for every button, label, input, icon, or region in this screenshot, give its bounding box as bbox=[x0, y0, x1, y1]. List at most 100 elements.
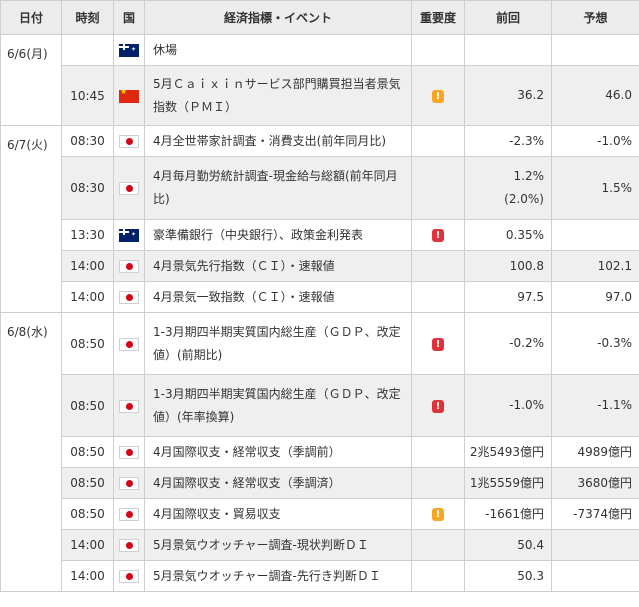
country-cell bbox=[113, 156, 145, 220]
importance-medium-icon: ! bbox=[432, 89, 444, 103]
country-cell bbox=[113, 529, 145, 561]
table-row: 14:00 5月景気ウオッチャー調査-先行き判断ＤＩ 50.3 bbox=[1, 560, 639, 592]
time-cell: 14:00 bbox=[61, 281, 114, 313]
event-cell: 5月Ｃａｉｘｉｎサービス部門購買担当者景気指数（ＰＭＩ） bbox=[144, 65, 412, 126]
forecast-cell bbox=[551, 34, 639, 66]
japan-flag-icon bbox=[119, 260, 139, 273]
forecast-cell: 102.1 bbox=[551, 250, 639, 282]
importance-cell: ! bbox=[411, 65, 465, 126]
event-cell: 4月景気先行指数（ＣＩ）・速報値 bbox=[144, 250, 412, 282]
date-cell: 6/7(火) bbox=[0, 125, 62, 313]
japan-flag-icon bbox=[119, 539, 139, 552]
event-cell: 4月国際収支・経常収支（季調済） bbox=[144, 467, 412, 499]
previous-value: -2.3% bbox=[509, 133, 544, 148]
table-header-row: 日付 時刻 国 経済指標・イベント 重要度 前回 予想 bbox=[0, 0, 639, 35]
previous-cell bbox=[464, 34, 552, 66]
previous-cell: -1.0% bbox=[464, 374, 552, 437]
country-cell bbox=[113, 125, 145, 157]
importance-cell bbox=[411, 560, 465, 592]
time-cell: 08:30 bbox=[61, 125, 114, 157]
previous-cell: 36.2 bbox=[464, 65, 552, 126]
previous-cell: 50.3 bbox=[464, 560, 552, 592]
previous-value: 1兆5559億円 bbox=[469, 475, 544, 490]
japan-flag-icon bbox=[119, 477, 139, 490]
forecast-cell bbox=[551, 529, 639, 561]
importance-cell: ! bbox=[411, 219, 465, 251]
country-cell bbox=[113, 374, 145, 437]
japan-flag-icon bbox=[119, 399, 139, 413]
time-cell: 08:50 bbox=[61, 467, 114, 499]
country-cell bbox=[113, 560, 145, 592]
forecast-cell: -1.1% bbox=[551, 374, 639, 437]
previous-cell: 1.2% (2.0%) bbox=[464, 156, 552, 220]
header-forecast: 予想 bbox=[551, 0, 639, 35]
time-cell: 14:00 bbox=[61, 529, 114, 561]
previous-value: 97.5 bbox=[517, 289, 544, 304]
previous-cell: 100.8 bbox=[464, 250, 552, 282]
country-cell bbox=[113, 34, 145, 66]
japan-flag-icon bbox=[119, 570, 139, 583]
japan-flag-icon bbox=[119, 337, 139, 351]
table-row: 6/6(月) 休場 bbox=[0, 34, 639, 126]
importance-cell bbox=[411, 250, 465, 282]
previous-value: 50.4 bbox=[517, 537, 544, 552]
previous-cell: 2兆5493億円 bbox=[464, 436, 552, 468]
previous-value: -1661億円 bbox=[485, 506, 544, 521]
country-cell bbox=[113, 281, 145, 313]
event-cell: 4月毎月勤労統計調査-現金給与総額(前年同月比) bbox=[144, 156, 412, 220]
table-row: 13:30 豪準備銀行（中央銀行）、政策金利発表! 0.35% bbox=[1, 219, 639, 251]
time-cell: 10:45 bbox=[61, 65, 114, 126]
time-cell: 08:50 bbox=[61, 374, 114, 437]
forecast-cell: 1.5% bbox=[551, 156, 639, 220]
header-previous: 前回 bbox=[464, 0, 552, 35]
event-cell: 豪準備銀行（中央銀行）、政策金利発表 bbox=[144, 219, 412, 251]
importance-cell: ! bbox=[411, 498, 465, 530]
previous-cell: 1兆5559億円 bbox=[464, 467, 552, 499]
header-importance: 重要度 bbox=[411, 0, 465, 35]
time-cell: 08:50 bbox=[61, 436, 114, 468]
table-row: 08:50 4月国際収支・貿易収支! -1661億円 -7374億円 bbox=[1, 498, 639, 530]
importance-cell: ! bbox=[411, 374, 465, 437]
importance-cell bbox=[411, 467, 465, 499]
date-cell: 6/6(月) bbox=[0, 34, 62, 126]
table-row: 10:45 5月Ｃａｉｘｉｎサービス部門購買担当者景気指数（ＰＭＩ）! 36.2 46… bbox=[1, 65, 639, 126]
event-cell: 4月景気一致指数（ＣＩ）・速報値 bbox=[144, 281, 412, 313]
previous-value: 36.2 bbox=[517, 88, 544, 102]
japan-flag-icon bbox=[119, 135, 139, 148]
table-row: 6/8(水) 08:50 1-3月期四半期実質国内総生産（ＧＤＰ、改定値）(前期比)… bbox=[0, 312, 639, 592]
table-row: 08:30 4月毎月勤労統計調査-現金給与総額(前年同月比) 1.2% (2.0%) 1… bbox=[1, 156, 639, 220]
forecast-cell bbox=[551, 560, 639, 592]
importance-medium-icon: ! bbox=[432, 508, 444, 521]
japan-flag-icon bbox=[119, 508, 139, 521]
event-cell: 4月国際収支・経常収支（季調前） bbox=[144, 436, 412, 468]
forecast-cell: 3680億円 bbox=[551, 467, 639, 499]
event-cell: 4月全世帯家計調査・消費支出(前年同月比) bbox=[144, 125, 412, 157]
previous-cell: 0.35% bbox=[464, 219, 552, 251]
importance-high-icon: ! bbox=[432, 337, 444, 351]
importance-cell bbox=[411, 529, 465, 561]
importance-cell bbox=[411, 281, 465, 313]
country-cell bbox=[113, 250, 145, 282]
japan-flag-icon bbox=[119, 446, 139, 459]
japan-flag-icon bbox=[119, 291, 139, 304]
importance-cell bbox=[411, 156, 465, 220]
previous-cell: 50.4 bbox=[464, 529, 552, 561]
forecast-cell bbox=[551, 219, 639, 251]
country-cell bbox=[113, 498, 145, 530]
china-flag-icon bbox=[119, 89, 139, 103]
previous-value: 1.2% bbox=[513, 169, 545, 183]
importance-high-icon: ! bbox=[432, 399, 444, 413]
australia-flag-icon bbox=[119, 229, 139, 242]
event-cell: 1-3月期四半期実質国内総生産（ＧＤＰ、改定値）(年率換算) bbox=[144, 374, 412, 437]
table-row: 08:50 1-3月期四半期実質国内総生産（ＧＤＰ、改定値）(年率換算)! -1.0… bbox=[1, 374, 639, 437]
header-time: 時刻 bbox=[61, 0, 114, 35]
forecast-cell: 4989億円 bbox=[551, 436, 639, 468]
table-row: 14:00 4月景気一致指数（ＣＩ）・速報値 97.5 97.0 bbox=[1, 281, 639, 313]
table-row: 6/7(火) 08:30 4月全世帯家計調査・消費支出(前年同月比) -2.3% -1.… bbox=[0, 125, 639, 313]
time-cell: 08:50 bbox=[61, 312, 114, 375]
economic-calendar-table: 日付 時刻 国 経済指標・イベント 重要度 前回 予想 6/6(月)休場10:4… bbox=[0, 0, 639, 592]
country-cell bbox=[113, 467, 145, 499]
date-cell: 6/8(水) bbox=[0, 312, 62, 592]
australia-flag-icon bbox=[119, 44, 139, 57]
previous-value: 50.3 bbox=[517, 568, 544, 583]
